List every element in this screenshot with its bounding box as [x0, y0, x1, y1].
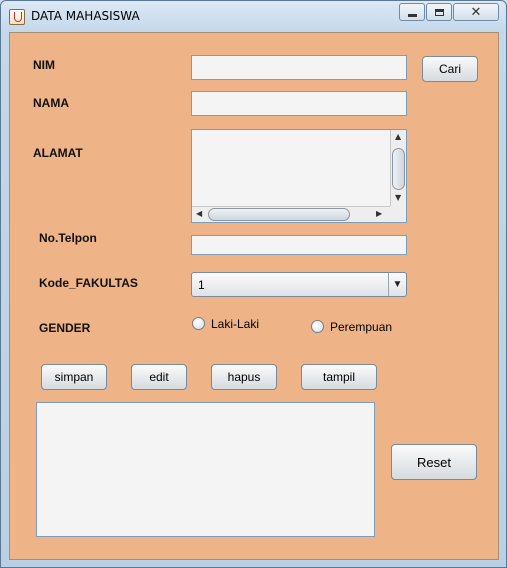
window-title: DATA MAHASISWA — [31, 9, 140, 23]
title-bar[interactable]: DATA MAHASISWA ✕ — [1, 1, 506, 31]
nama-input[interactable] — [191, 91, 407, 116]
radio-perempuan[interactable] — [311, 320, 324, 333]
horizontal-scrollbar[interactable]: ◀ ▶ — [192, 206, 390, 222]
minimize-icon — [407, 14, 417, 17]
fakultas-selected-value: 1 — [198, 278, 205, 292]
form-panel: NIM Cari NAMA ALAMAT ▲ ▼ ◀ ▶ No.Telpon K… — [9, 32, 499, 560]
telpon-input[interactable] — [191, 235, 407, 255]
scroll-left-icon[interactable]: ◀ — [196, 210, 202, 218]
fakultas-combobox[interactable]: 1 ▼ — [191, 272, 407, 297]
telpon-label: No.Telpon — [39, 231, 97, 245]
radio-laki-laki-label[interactable]: Laki-Laki — [211, 317, 259, 331]
scroll-corner — [390, 206, 406, 222]
vertical-scroll-thumb[interactable] — [392, 148, 405, 190]
gender-label: GENDER — [39, 321, 91, 335]
radio-perempuan-label[interactable]: Perempuan — [330, 320, 392, 334]
scroll-down-icon[interactable]: ▼ — [395, 194, 401, 202]
vertical-scrollbar[interactable]: ▲ ▼ — [390, 130, 406, 206]
close-button[interactable]: ✕ — [453, 3, 499, 21]
minimize-button[interactable] — [399, 3, 425, 21]
reset-button[interactable]: Reset — [391, 444, 477, 480]
nim-input[interactable] — [191, 55, 407, 80]
hapus-button[interactable]: hapus — [211, 364, 277, 390]
tampil-button[interactable]: tampil — [301, 364, 377, 390]
alamat-label: ALAMAT — [33, 146, 83, 160]
output-textarea[interactable] — [36, 402, 375, 537]
maximize-button[interactable] — [426, 3, 452, 21]
fakultas-label: Kode_FAKULTAS — [39, 276, 138, 290]
alamat-textarea[interactable]: ▲ ▼ ◀ ▶ — [191, 129, 407, 223]
edit-button[interactable]: edit — [131, 364, 187, 390]
chevron-down-icon[interactable]: ▼ — [388, 273, 406, 296]
nama-label: NAMA — [33, 96, 69, 110]
cari-button[interactable]: Cari — [422, 56, 478, 82]
radio-laki-laki[interactable] — [192, 317, 205, 330]
close-icon: ✕ — [470, 4, 482, 20]
scroll-right-icon[interactable]: ▶ — [376, 210, 382, 218]
app-window: DATA MAHASISWA ✕ NIM Cari NAMA ALAMAT ▲ … — [0, 0, 507, 568]
java-cup-icon — [9, 9, 25, 25]
horizontal-scroll-thumb[interactable] — [208, 208, 350, 221]
simpan-button[interactable]: simpan — [41, 364, 107, 390]
scroll-up-icon[interactable]: ▲ — [395, 133, 401, 141]
maximize-icon — [434, 8, 444, 16]
nim-label: NIM — [33, 58, 55, 72]
